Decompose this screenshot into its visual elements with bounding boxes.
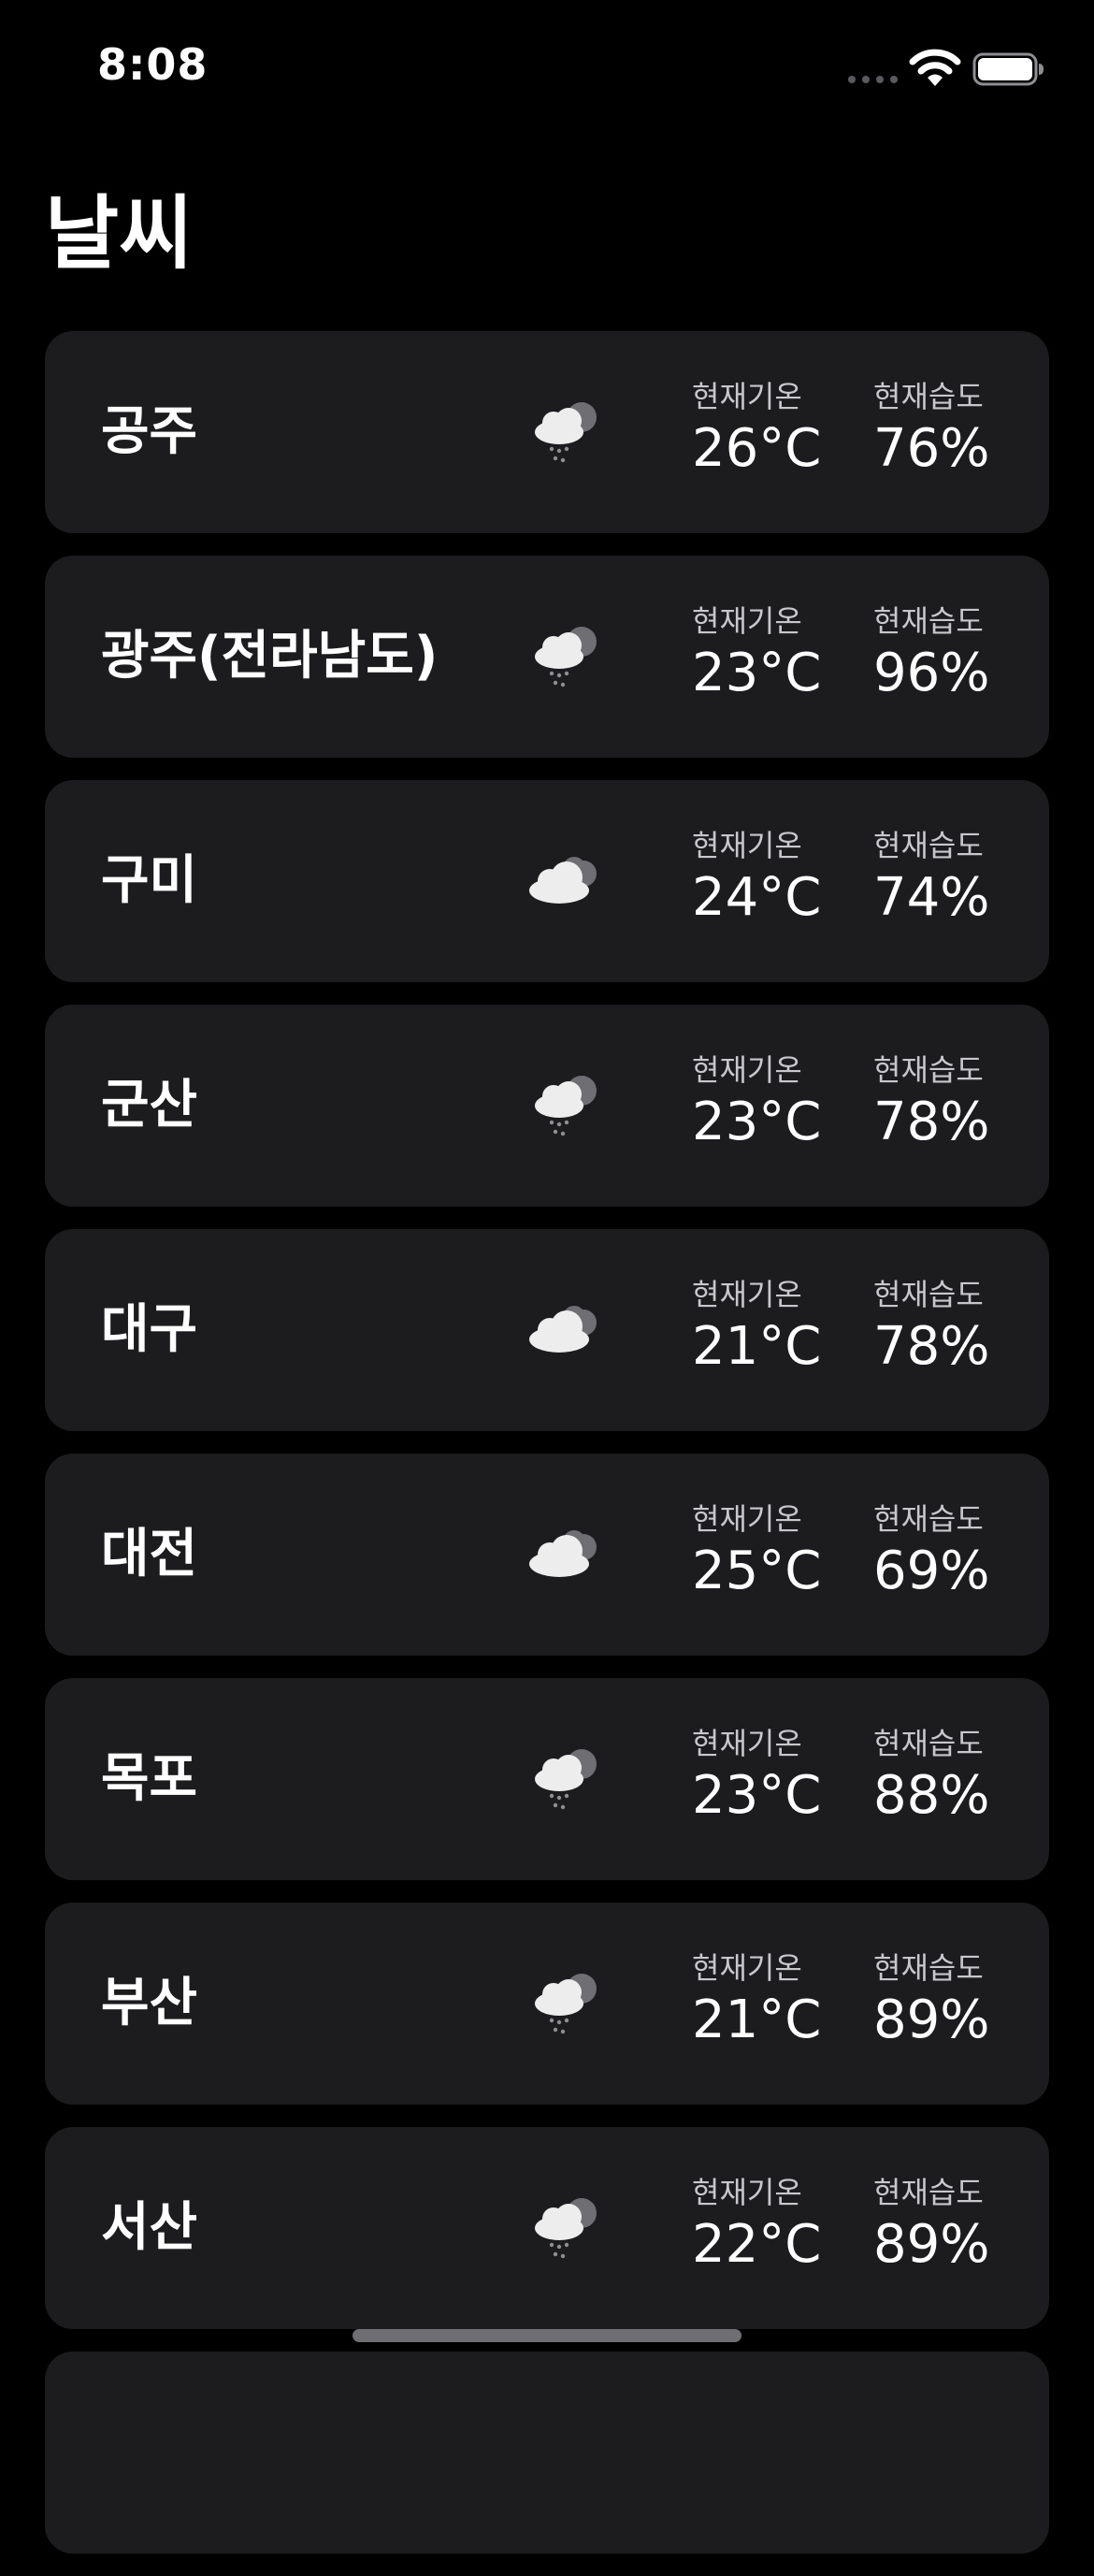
- humidity-label: 현재습도: [873, 1052, 984, 1088]
- temperature-value: 23°C: [692, 1765, 822, 1826]
- cloudy-icon: [529, 1530, 597, 1577]
- cloudy-icon: [529, 1306, 597, 1353]
- city-card[interactable]: 공주 현재기온 26°C 현재습도 76%: [45, 331, 1049, 533]
- temperature-label: 현재기온: [692, 828, 802, 863]
- temperature-label: 현재기온: [692, 603, 802, 639]
- cloud-rain-icon: [535, 2198, 597, 2259]
- humidity-value: 69%: [873, 1541, 990, 1601]
- temperature-label: 현재기온: [692, 1277, 802, 1312]
- city-name: 대구: [101, 1299, 198, 1360]
- city-card[interactable]: 구미 현재기온 24°C 현재습도 74%: [45, 780, 1049, 982]
- status-time: 8:08: [97, 39, 209, 90]
- temperature-value: 21°C: [692, 1316, 822, 1377]
- temperature-stat: 현재기온 26°C: [692, 378, 823, 483]
- humidity-value: 78%: [873, 1092, 990, 1152]
- humidity-stat: 현재습도 78%: [873, 1051, 1004, 1156]
- cloud-rain-icon: [535, 627, 597, 687]
- humidity-stat: 현재습도 88%: [873, 1725, 1004, 1830]
- humidity-label: 현재습도: [873, 379, 984, 414]
- cloud-rain-icon: [535, 402, 597, 463]
- city-name: 군산: [101, 1075, 198, 1136]
- humidity-stat: 현재습도 69%: [873, 1500, 1004, 1605]
- city-card[interactable]: 광주(전라남도) 현재기온 23°C 현재습도 96%: [45, 556, 1049, 758]
- temperature-stat: 현재기온 23°C: [692, 1051, 823, 1156]
- city-card[interactable]: 목포 현재기온 23°C 현재습도 88%: [45, 1678, 1049, 1880]
- humidity-label: 현재습도: [873, 1277, 984, 1312]
- temperature-label: 현재기온: [692, 1501, 802, 1537]
- humidity-label: 현재습도: [873, 2175, 984, 2210]
- cloud-rain-icon: [535, 1076, 597, 1136]
- humidity-value: 96%: [873, 643, 990, 703]
- temperature-stat: 현재기온 23°C: [692, 602, 823, 707]
- city-name: 목포: [101, 1748, 198, 1809]
- humidity-stat: 현재습도 89%: [873, 1949, 1004, 2054]
- city-card[interactable]: 서산 현재기온 22°C 현재습도 89%: [45, 2127, 1049, 2329]
- city-name: 대전: [101, 1524, 198, 1585]
- city-card[interactable]: 부산 현재기온 21°C 현재습도 89%: [45, 1903, 1049, 2105]
- battery-icon: [972, 52, 1044, 86]
- status-bar: 8:08: [0, 0, 1094, 140]
- home-indicator[interactable]: [353, 2329, 741, 2342]
- temperature-value: 26°C: [692, 418, 822, 479]
- humidity-value: 74%: [873, 867, 990, 928]
- temperature-value: 23°C: [692, 643, 822, 703]
- page-title: 날씨: [45, 187, 194, 281]
- cloudy-icon: [529, 857, 597, 904]
- humidity-stat: 현재습도 74%: [873, 827, 1004, 932]
- temperature-label: 현재기온: [692, 1950, 802, 1986]
- city-card[interactable]: [45, 2352, 1049, 2554]
- humidity-label: 현재습도: [873, 603, 984, 639]
- temperature-stat: 현재기온 24°C: [692, 827, 823, 932]
- humidity-stat: 현재습도 76%: [873, 378, 1004, 483]
- wifi-icon: [909, 49, 961, 86]
- temperature-value: 21°C: [692, 1990, 822, 2050]
- humidity-label: 현재습도: [873, 1726, 984, 1761]
- city-card[interactable]: 군산 현재기온 23°C 현재습도 78%: [45, 1005, 1049, 1207]
- humidity-stat: 현재습도 78%: [873, 1276, 1004, 1381]
- city-name: 광주(전라남도): [101, 626, 439, 687]
- temperature-value: 25°C: [692, 1541, 822, 1601]
- cloud-rain-icon: [535, 1749, 597, 1810]
- humidity-value: 89%: [873, 1990, 990, 2050]
- temperature-label: 현재기온: [692, 1726, 802, 1761]
- cloud-rain-icon: [535, 1974, 597, 2034]
- humidity-label: 현재습도: [873, 1501, 984, 1537]
- humidity-value: 78%: [873, 1316, 990, 1377]
- temperature-value: 22°C: [692, 2214, 822, 2275]
- humidity-label: 현재습도: [873, 1950, 984, 1986]
- temperature-label: 현재기온: [692, 2175, 802, 2210]
- humidity-value: 76%: [873, 418, 990, 479]
- humidity-stat: 현재습도 89%: [873, 2174, 1004, 2279]
- city-card[interactable]: 대구 현재기온 21°C 현재습도 78%: [45, 1229, 1049, 1431]
- city-list[interactable]: 공주 현재기온 26°C 현재습도 76% 광주(전라남도) 현재기온 23°C…: [45, 331, 1049, 2576]
- temperature-stat: 현재기온 21°C: [692, 1949, 823, 2054]
- temperature-stat: 현재기온 21°C: [692, 1276, 823, 1381]
- city-card[interactable]: 대전 현재기온 25°C 현재습도 69%: [45, 1454, 1049, 1656]
- humidity-value: 88%: [873, 1765, 990, 1826]
- humidity-label: 현재습도: [873, 828, 984, 863]
- humidity-stat: 현재습도 96%: [873, 602, 1004, 707]
- city-name: 서산: [101, 2197, 198, 2258]
- temperature-stat: 현재기온 23°C: [692, 1725, 823, 1830]
- humidity-value: 89%: [873, 2214, 990, 2275]
- cellular-signal-icon: [848, 76, 898, 83]
- city-name: 부산: [101, 1973, 198, 2033]
- city-name: 공주: [101, 401, 198, 462]
- temperature-value: 24°C: [692, 867, 822, 928]
- city-name: 구미: [101, 850, 198, 911]
- temperature-label: 현재기온: [692, 1052, 802, 1088]
- temperature-stat: 현재기온 22°C: [692, 2174, 823, 2279]
- temperature-value: 23°C: [692, 1092, 822, 1152]
- temperature-stat: 현재기온 25°C: [692, 1500, 823, 1605]
- temperature-label: 현재기온: [692, 379, 802, 414]
